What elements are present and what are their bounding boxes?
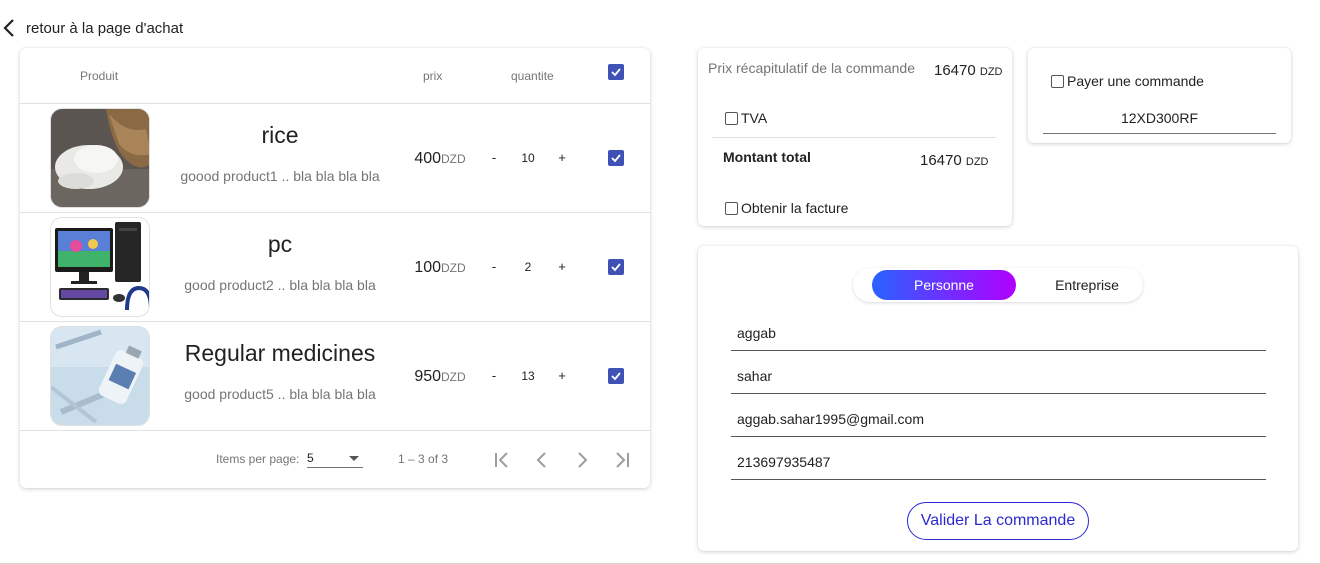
invoice-checkbox[interactable]: Obtenir la facture: [725, 200, 848, 216]
dropdown-caret-icon: [349, 456, 359, 461]
quantity-stepper: - 10 +: [488, 150, 568, 165]
items-per-page-select[interactable]: 5: [307, 446, 363, 468]
decrement-button[interactable]: -: [488, 368, 500, 383]
cart-table: Produit prix quantite rice goood product…: [20, 48, 650, 488]
quantity-value: 2: [524, 259, 532, 274]
first-page-icon[interactable]: [490, 448, 514, 472]
quantity-value: 13: [521, 368, 535, 383]
total-amount: 16470 DZD: [920, 152, 989, 169]
price-value: 400: [414, 150, 442, 167]
checkbox-box[interactable]: [725, 201, 738, 215]
tva-checkbox[interactable]: TVA: [725, 110, 767, 126]
summary-divider: [712, 137, 996, 138]
decrement-button[interactable]: -: [488, 259, 500, 274]
decrement-button[interactable]: -: [488, 150, 500, 165]
check-icon: [611, 154, 621, 163]
email-field[interactable]: aggab.sahar1995@gmail.com: [731, 403, 1266, 437]
checkbox-box[interactable]: [1051, 74, 1064, 88]
pay-order-label: Payer une commande: [1067, 73, 1204, 89]
tva-label: TVA: [741, 110, 768, 126]
price-currency: DZD: [441, 152, 466, 166]
quantity-stepper: - 2 +: [488, 259, 568, 274]
increment-button[interactable]: +: [556, 368, 568, 383]
table-row: Regular medicines good product5 .. bla b…: [20, 322, 650, 431]
previous-page-icon[interactable]: [530, 448, 554, 472]
back-link-label: retour à la page d'achat: [26, 19, 184, 37]
total-label: Montant total: [723, 149, 811, 165]
header-price: prix: [423, 69, 443, 83]
price-value: 100: [414, 259, 442, 276]
last-page-icon[interactable]: [610, 448, 634, 472]
price-value: 950: [414, 368, 442, 385]
pay-order-card: Payer une commande 12XD300RF: [1028, 48, 1291, 143]
items-per-page-value: 5: [307, 451, 314, 465]
order-summary: Prix récapitulatif de la commande 16470 …: [698, 48, 1012, 226]
table-row: rice goood product1 .. bla bla bla bla 4…: [20, 104, 650, 213]
chevron-left-icon: [3, 19, 14, 37]
table-header: Produit prix quantite: [20, 48, 650, 104]
price-currency: DZD: [441, 261, 466, 275]
order-code-field[interactable]: 12XD300RF: [1043, 110, 1276, 134]
product-name: pc: [267, 231, 293, 257]
increment-button[interactable]: +: [556, 150, 568, 165]
product-name: Regular medicines: [184, 340, 376, 366]
medicine-image: [50, 326, 150, 426]
pay-order-checkbox[interactable]: Payer une commande: [1051, 73, 1204, 89]
checkbox-box[interactable]: [725, 111, 738, 125]
back-link[interactable]: retour à la page d'achat: [0, 10, 183, 46]
product-description: goood product1 .. bla bla bla bla: [180, 168, 380, 184]
summary-label: Prix récapitulatif de la commande: [708, 60, 915, 76]
toggle-entreprise[interactable]: Entreprise: [1015, 270, 1159, 300]
check-icon: [611, 68, 621, 77]
table-row: pc good product2 .. bla bla bla bla 100D…: [20, 213, 650, 322]
check-icon: [611, 372, 621, 381]
row-checkbox[interactable]: [608, 368, 624, 384]
quantity-value: 10: [521, 150, 535, 165]
product-description: good product5 .. bla bla bla bla: [184, 386, 376, 402]
product-name: rice: [261, 122, 299, 148]
product-price: 400DZD: [400, 150, 480, 168]
page-range: 1 – 3 of 3: [398, 452, 449, 466]
summary-amount: 16470 DZD: [934, 62, 1003, 79]
row-checkbox[interactable]: [608, 259, 624, 275]
header-product: Produit: [80, 69, 119, 83]
check-icon: [611, 263, 621, 272]
rice-image: [50, 108, 150, 208]
validate-order-button[interactable]: Valider La commande: [907, 502, 1089, 540]
phone-field[interactable]: 213697935487: [731, 446, 1266, 480]
pc-image: [50, 217, 150, 317]
last-name-field[interactable]: aggab: [731, 317, 1266, 351]
invoice-label: Obtenir la facture: [741, 200, 849, 216]
amount-currency: DZD: [979, 66, 1003, 78]
product-price: 950DZD: [400, 368, 480, 386]
total-value: 16470: [920, 152, 962, 169]
product-description: good product2 .. bla bla bla bla: [184, 277, 376, 293]
customer-type-toggle: Personne Entreprise: [853, 268, 1143, 302]
total-currency: DZD: [965, 156, 989, 168]
customer-form: Personne Entreprise aggab sahar aggab.sa…: [698, 246, 1298, 551]
first-name-field[interactable]: sahar: [731, 360, 1266, 394]
price-currency: DZD: [441, 370, 466, 384]
quantity-stepper: - 13 +: [488, 368, 568, 383]
product-price: 100DZD: [400, 259, 480, 277]
next-page-icon[interactable]: [570, 448, 594, 472]
amount-value: 16470: [934, 62, 976, 79]
items-per-page-label: Items per page:: [216, 452, 300, 466]
increment-button[interactable]: +: [556, 259, 568, 274]
row-checkbox[interactable]: [608, 150, 624, 166]
select-all-checkbox[interactable]: [608, 64, 624, 80]
paginator: Items per page: 5 1 – 3 of 3: [20, 432, 650, 488]
header-quantity: quantite: [511, 69, 554, 83]
toggle-personne[interactable]: Personne: [872, 270, 1016, 300]
